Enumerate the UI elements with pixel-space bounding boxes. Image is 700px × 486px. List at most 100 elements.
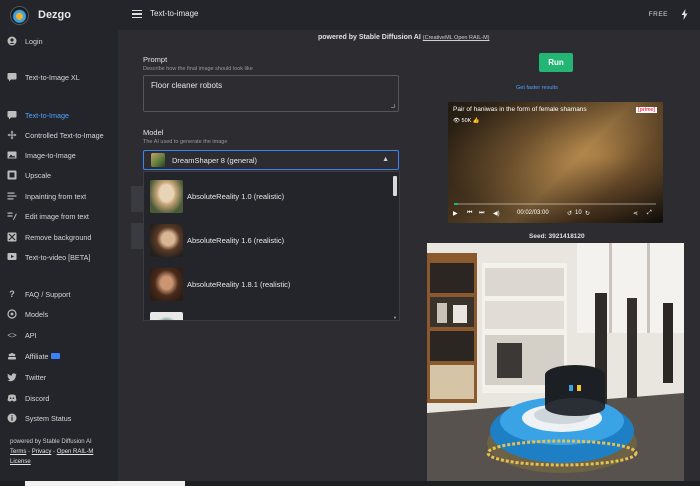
page-title: Text-to-image [150,9,199,18]
models-icon [7,309,17,319]
sidebar-item-controlled-text-to-image[interactable]: Controlled Text-to-Image [0,127,118,143]
upscale-icon [7,170,17,180]
taskbar-region [25,481,185,486]
powered-text: powered by Stable Diffusion AI [318,34,421,41]
app-name: Dezgo [38,9,71,21]
model-select[interactable]: DreamShaper 8 (general) ▲ [143,150,399,170]
video-icon [7,252,17,262]
plan-label[interactable]: FREE [649,11,668,18]
remove-bg-icon [7,232,17,242]
powered-by: powered by Stable Diffusion AI (Creative… [318,34,490,41]
sidebar-item-text-to-image[interactable]: Text-to-Image [0,107,118,123]
sidebar: Dezgo Login Text-to-Image XL Text-to-Ima… [0,0,118,486]
browser-bottom-bar [0,481,700,486]
volume-icon[interactable]: ◀) [493,210,500,217]
footer-powered: powered by Stable Diffusion AI [10,439,92,445]
sidebar-item-text-to-image-xl[interactable]: Text-to-Image XL [0,69,118,85]
sidebar-item-discord[interactable]: Discord [0,390,118,406]
model-option[interactable]: AbsoluteReality 1.0 (realistic) [150,179,390,213]
move-icon [7,130,17,140]
info-icon [7,413,17,423]
code-icon: <> [7,330,17,340]
video-progress-bar[interactable] [454,203,656,205]
terms-link[interactable]: Terms [10,449,26,455]
run-button[interactable]: Run [539,53,573,72]
new-badge [51,353,61,359]
sidebar-item-models[interactable]: Models [0,306,118,322]
next-icon[interactable]: ⏭ [479,210,484,217]
discord-icon [7,393,17,403]
video-stats: 👁 50K 👍 [453,118,480,124]
sidebar-item-login[interactable]: Login [0,33,118,49]
video-views: 50K [461,118,472,124]
sidebar-item-label: Text-to-Image XL [25,72,80,82]
scrollbar-thumb[interactable] [393,176,397,196]
generated-image[interactable] [427,243,684,486]
license-link[interactable]: Open RAIL-M [57,449,94,455]
sidebar-item-label: Models [25,309,49,319]
sidebar-item-remove-background[interactable]: Remove background [0,229,118,245]
twitter-icon [7,372,17,382]
bolt-icon[interactable] [681,9,688,22]
sidebar-item-label: Upscale [25,170,51,180]
forward-icon[interactable]: ↻ [585,210,590,217]
sidebar-item-label: Text-to-Image [25,110,69,120]
inpaint-icon [7,191,17,201]
sidebar-item-label: Controlled Text-to-Image [25,130,104,140]
sidebar-item-twitter[interactable]: Twitter [0,369,118,385]
fullscreen-icon[interactable]: ⤢ [647,210,652,217]
people-icon [7,351,17,361]
question-icon: ? [9,289,15,299]
sidebar-item-label: Edit image from text [25,211,89,221]
license-link-2[interactable]: License [10,459,31,465]
previous-icon[interactable]: ⏮ [467,210,472,217]
model-option-thumbnail [150,179,183,213]
sidebar-item-label: Affiliate [25,351,49,361]
sidebar-item-faq[interactable]: ? FAQ / Support [0,286,118,302]
sidebar-item-upscale[interactable]: Upscale [0,167,118,183]
video-time: 00:02/03:00 [517,210,549,216]
prompt-input[interactable]: Floor cleaner robots [143,75,399,112]
sidebar-item-api[interactable]: <> API [0,327,118,343]
model-hint: The AI used to generate the image [143,139,228,145]
sidebar-item-image-to-image[interactable]: Image-to-Image [0,147,118,163]
user-circle-icon [7,36,17,46]
sidebar-footer: powered by Stable Diffusion AI Terms - P… [10,437,93,467]
model-selected-value: DreamShaper 8 (general) [172,155,258,165]
resize-handle-icon[interactable] [391,104,395,108]
share-icon[interactable]: ⋖ [633,210,638,217]
privacy-link[interactable]: Privacy [32,449,52,455]
skip-seconds[interactable]: 10 [575,210,582,216]
sidebar-item-inpainting[interactable]: Inpainting from text [0,188,118,204]
prompt-label: Prompt [143,55,168,64]
model-label: Model [143,128,164,137]
license-link-top[interactable]: (CreativeML Open RAIL-M) [423,35,490,41]
sidebar-item-system-status[interactable]: System Status [0,410,118,426]
sidebar-item-text-to-video[interactable]: Text-to-video [BETA] [0,249,118,265]
main-content: powered by Stable Diffusion AI (Creative… [118,30,700,486]
model-thumbnail [151,153,165,167]
scroll-down-icon[interactable]: ▼ [393,315,397,320]
sidebar-item-label: Login [25,36,43,46]
sidebar-item-edit-image[interactable]: Edit image from text [0,208,118,224]
model-option-thumbnail [150,267,183,301]
chat-icon [7,110,17,120]
video-title: Pair of haniwas in the form of female sh… [453,106,587,113]
play-icon[interactable]: ▶ [453,210,458,217]
video-player[interactable]: Pair of haniwas in the form of female sh… [448,102,663,223]
hamburger-menu-icon[interactable] [132,10,142,18]
video-progress-fill [454,203,459,205]
model-option[interactable]: AbsoluteReality 1.6 (realistic) [150,223,390,257]
faster-results-link[interactable]: Get faster results [516,85,558,91]
dropdown-scrollbar[interactable]: ▼ [393,174,397,320]
sidebar-item-label: Text-to-video [BETA] [25,252,91,262]
sidebar-item-affiliate[interactable]: Affiliate [0,348,118,364]
thumbs-up-icon[interactable]: 👍 [473,118,480,124]
brand[interactable]: Dezgo [10,5,71,25]
eye-icon: 👁 [453,118,460,124]
image-icon [7,150,17,160]
sidebar-item-label: System Status [25,413,72,423]
replay-icon[interactable]: ↺ [567,210,572,217]
model-option[interactable] [150,311,390,320]
model-option[interactable]: AbsoluteReality 1.8.1 (realistic) [150,267,390,301]
